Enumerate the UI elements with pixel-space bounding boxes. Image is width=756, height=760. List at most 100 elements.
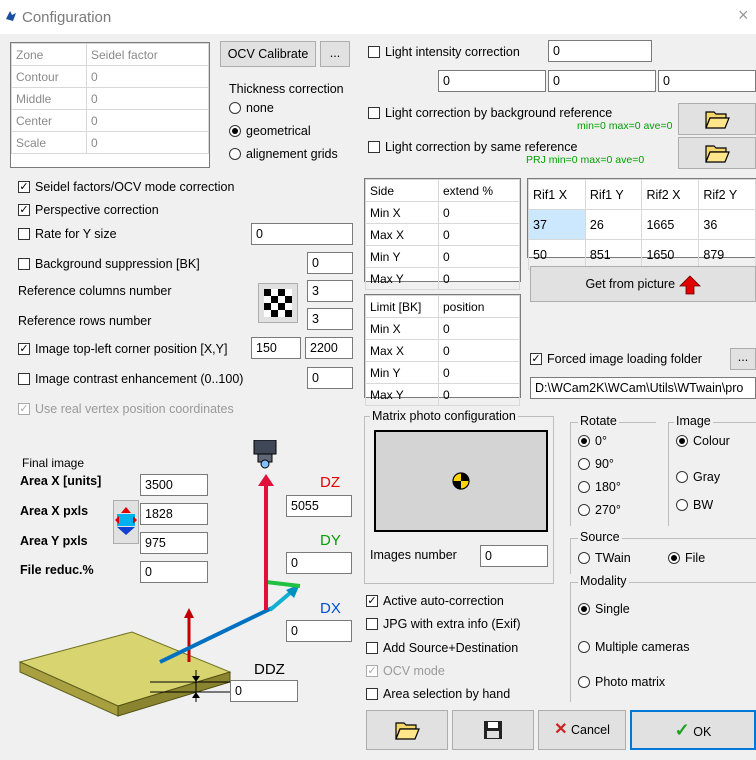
modality-photo-matrix-radio[interactable]: Photo matrix — [578, 675, 665, 689]
rif-cell[interactable]: 879 — [698, 239, 756, 270]
ocv-options-button[interactable]: ... — [320, 41, 350, 67]
matrix-preview[interactable] — [374, 430, 548, 532]
images-number-input[interactable]: 0 — [480, 545, 548, 567]
rotate-90-radio[interactable]: 90° — [578, 457, 614, 471]
rotate-270-radio[interactable]: 270° — [578, 503, 621, 517]
ok-button[interactable]: ✓ OK — [630, 710, 756, 750]
source-file-radio[interactable]: File — [668, 551, 705, 565]
forced-folder-path[interactable]: D:\WCam2K\WCam\Utils\WTwain\pro — [530, 377, 756, 399]
topleft-x-input[interactable]: 150 — [251, 337, 301, 359]
seidel-cell[interactable]: 0 — [86, 131, 209, 154]
dy-input[interactable]: 0 — [286, 552, 352, 574]
open-button[interactable] — [366, 710, 448, 750]
table-row[interactable]: Max Y0 — [365, 267, 520, 290]
rate-y-checkbox[interactable]: Rate for Y size — [18, 227, 117, 241]
modality-multiple-radio[interactable]: Multiple cameras — [578, 640, 689, 654]
same-folder-button[interactable] — [678, 137, 756, 169]
app-icon — [4, 9, 18, 26]
thickness-none-radio[interactable]: none — [229, 101, 274, 115]
table-row[interactable]: Min X0 — [365, 201, 520, 224]
extend-cell[interactable]: 0 — [438, 245, 520, 268]
table-row[interactable]: Min Y0 — [365, 245, 520, 268]
position-cell[interactable]: 0 — [438, 339, 520, 362]
exif-checkbox[interactable]: JPG with extra info (Exif) — [366, 617, 521, 631]
rif-cell[interactable]: 851 — [584, 239, 643, 270]
light-intensity-checkbox[interactable]: Light intensity correction — [368, 45, 520, 59]
light-value-3[interactable]: 0 — [658, 70, 756, 92]
bk-input[interactable]: 0 — [307, 252, 353, 274]
ref-cols-input[interactable]: 3 — [307, 280, 353, 302]
table-row[interactable]: Middle 0 — [11, 87, 209, 110]
topleft-y-input[interactable]: 2200 — [305, 337, 353, 359]
table-row[interactable]: Min X0 — [365, 317, 520, 340]
table-row[interactable]: 37 26 1665 36 — [528, 209, 756, 240]
light-same-checkbox[interactable]: Light correction by same reference — [368, 140, 577, 154]
topleft-checkbox[interactable]: ✓ Image top-left corner position [X,Y] — [18, 342, 227, 356]
rif-cell[interactable]: 50 — [528, 239, 586, 270]
close-icon[interactable]: × — [738, 5, 749, 26]
zone-table[interactable]: Zone Seidel factor Contour 0 Middle 0 Cente… — [10, 42, 210, 168]
table-row[interactable]: Max X0 — [365, 339, 520, 362]
background-suppression-checkbox[interactable]: Background suppression [BK] — [18, 257, 200, 271]
image-gray-radio[interactable]: Gray — [676, 470, 720, 484]
auto-correction-checkbox[interactable]: ✓ Active auto-correction — [366, 594, 504, 608]
table-row[interactable]: Max Y0 — [365, 383, 520, 406]
table-row[interactable]: Contour 0 — [11, 65, 209, 88]
thickness-title: Thickness correction — [229, 82, 344, 96]
checker-pattern-button[interactable] — [258, 283, 298, 323]
position-cell[interactable]: 0 — [438, 361, 520, 384]
rate-y-input[interactable]: 0 — [251, 223, 353, 245]
rif-cell[interactable]: 36 — [698, 209, 756, 240]
modality-single-radio[interactable]: Single — [578, 602, 630, 616]
extend-cell[interactable]: 0 — [438, 223, 520, 246]
source-destination-checkbox[interactable]: Add Source+Destination — [366, 641, 518, 655]
extend-cell[interactable]: 0 — [438, 201, 520, 224]
thickness-geometrical-radio[interactable]: geometrical — [229, 124, 311, 138]
background-folder-button[interactable] — [678, 103, 756, 135]
seidel-cell[interactable]: 0 — [86, 65, 209, 88]
light-intensity-input[interactable]: 0 — [548, 40, 652, 62]
forced-folder-browse-button[interactable]: ... — [730, 348, 756, 370]
get-from-picture-button[interactable]: Get from picture — [530, 266, 756, 302]
limit-table[interactable]: Limit [BK] position Min X0 Max X0 Min Y0 … — [364, 294, 521, 406]
position-cell[interactable]: 0 — [438, 383, 520, 406]
side-table[interactable]: Side extend % Min X0 Max X0 Min Y0 Max Y0 — [364, 178, 521, 290]
extend-cell[interactable]: 0 — [438, 267, 520, 290]
table-row[interactable]: Scale 0 — [11, 131, 209, 154]
forced-folder-checkbox[interactable]: ✓ Forced image loading folder — [530, 352, 702, 366]
rif-cell[interactable]: 26 — [584, 209, 643, 240]
rotate-180-radio[interactable]: 180° — [578, 480, 621, 494]
light-value-2[interactable]: 0 — [548, 70, 656, 92]
table-row[interactable]: Center 0 — [11, 109, 209, 132]
table-row[interactable]: 50 851 1650 879 — [528, 239, 756, 270]
perspective-checkbox[interactable]: ✓ Perspective correction — [18, 203, 159, 217]
thickness-grids-radio[interactable]: alignement grids — [229, 147, 338, 161]
dx-input[interactable]: 0 — [286, 620, 352, 642]
seidel-cell[interactable]: 0 — [86, 109, 209, 132]
area-selection-checkbox[interactable]: Area selection by hand — [366, 687, 510, 701]
light-value-1[interactable]: 0 — [438, 70, 546, 92]
table-row[interactable]: Max X0 — [365, 223, 520, 246]
seidel-correction-checkbox[interactable]: ✓ Seidel factors/OCV mode correction — [18, 180, 234, 194]
position-cell[interactable]: 0 — [438, 317, 520, 340]
source-twain-radio[interactable]: TWain — [578, 551, 631, 565]
rif-cell[interactable]: 1665 — [641, 209, 700, 240]
cancel-button[interactable]: ✕ Cancel — [538, 710, 626, 750]
rif-table[interactable]: Rif1 X Rif1 Y Rif2 X Rif2 Y 37 26 1665 3… — [527, 178, 756, 270]
rif-cell[interactable]: 37 — [528, 209, 586, 240]
ddz-input[interactable]: 0 — [230, 680, 298, 702]
table-row[interactable]: Min Y0 — [365, 361, 520, 384]
image-colour-radio[interactable]: Colour — [676, 434, 730, 448]
ref-rows-input[interactable]: 3 — [307, 308, 353, 330]
rif-cell[interactable]: 1650 — [641, 239, 700, 270]
save-button[interactable] — [452, 710, 534, 750]
contrast-input[interactable]: 0 — [307, 367, 353, 389]
image-bw-radio[interactable]: BW — [676, 498, 713, 512]
ocv-calibrate-button[interactable]: OCV Calibrate — [220, 41, 316, 67]
contrast-checkbox[interactable]: Image contrast enhancement (0..100) — [18, 372, 243, 386]
rotate-0-radio[interactable]: 0° — [578, 434, 607, 448]
limit-cell: Min Y — [365, 361, 439, 384]
dz-input[interactable]: 5055 — [286, 495, 352, 517]
seidel-cell[interactable]: 0 — [86, 87, 209, 110]
light-background-checkbox[interactable]: Light correction by background reference — [368, 106, 612, 120]
